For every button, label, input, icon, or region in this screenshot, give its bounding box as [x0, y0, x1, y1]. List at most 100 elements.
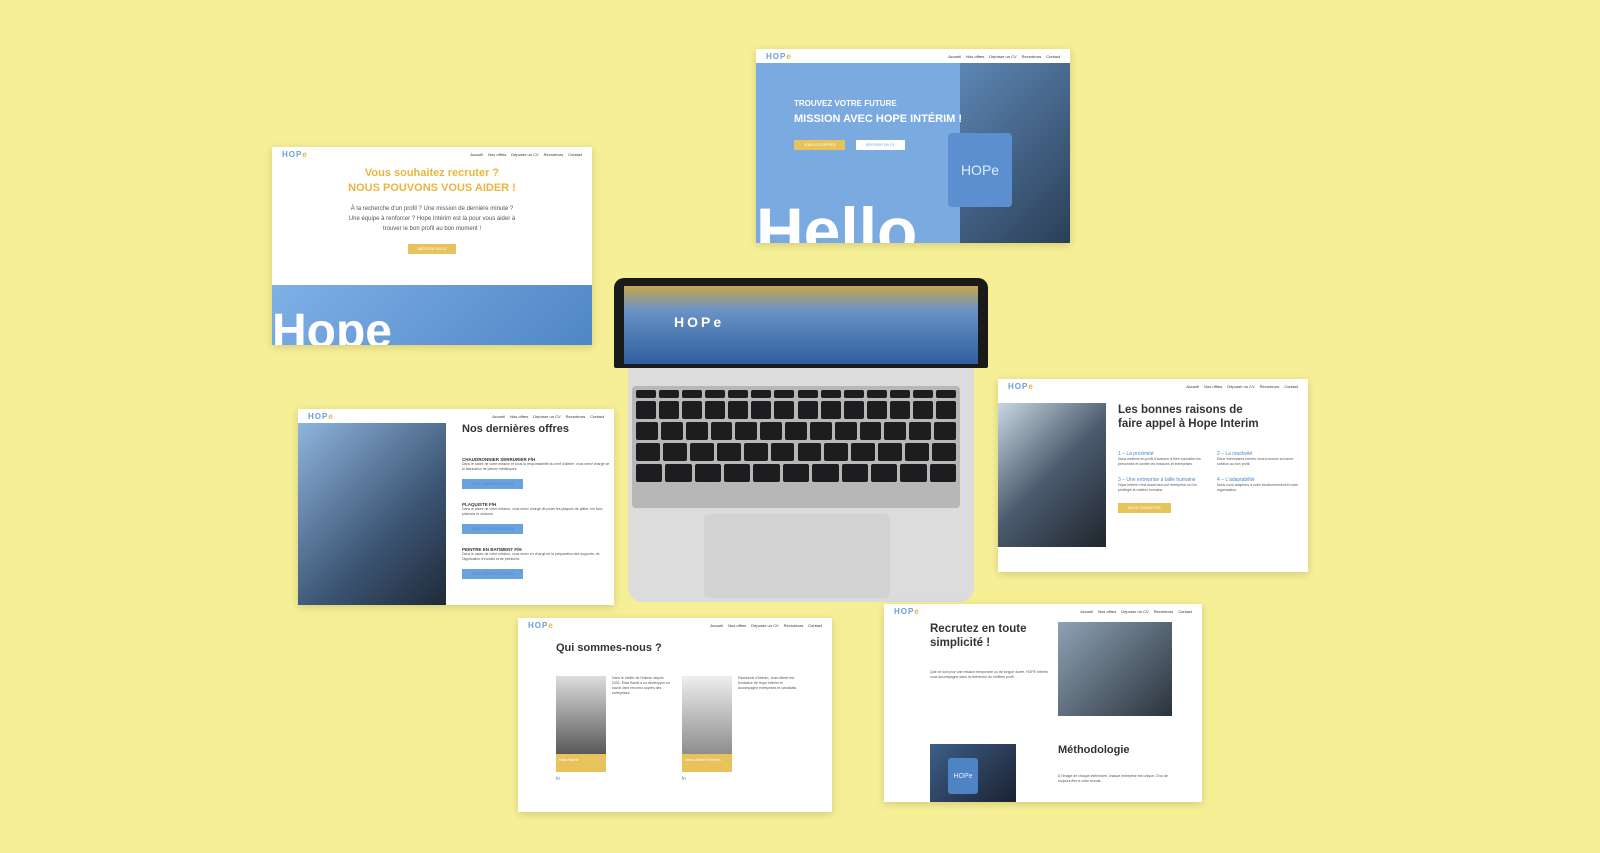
job-description: Dans le cadre de votre mission et sous l…: [462, 462, 610, 471]
keyboard-key: [774, 390, 795, 398]
keyboard-key: [905, 443, 930, 461]
nav-link-cv[interactable]: Déposer un CV: [1121, 609, 1148, 614]
keyboard-key: [912, 390, 933, 398]
keyboard-key: [682, 390, 703, 398]
home-hero-preview: HOPe Accueil Nos offres Déposer un CV Recru…: [756, 49, 1070, 243]
keyboard-key: [751, 390, 772, 398]
job-offer-button[interactable]: VOIR L'OFFRE D'EMPLOI: [462, 569, 524, 579]
hope-logo[interactable]: HOPe: [1008, 382, 1034, 391]
view-offers-button[interactable]: VOIR LES OFFRES: [794, 140, 846, 150]
laptop-screen-bezel: HOPe: [614, 278, 988, 368]
hope-logo[interactable]: HOPe: [282, 150, 308, 159]
hope-logo[interactable]: HOPe: [308, 412, 334, 421]
nav-link-contact[interactable]: Contact: [1178, 609, 1192, 614]
nav-link-recruiters[interactable]: Recruteurs: [1260, 384, 1280, 389]
contact-button[interactable]: NOUS CONTACTER: [1118, 503, 1171, 513]
linkedin-icon[interactable]: in: [556, 776, 560, 782]
nav-link-recruiters[interactable]: Recruteurs: [784, 623, 804, 628]
hope-logo[interactable]: HOPe: [766, 52, 792, 61]
nav-link-cv[interactable]: Déposer un CV: [989, 54, 1016, 59]
keyboard-key: [760, 422, 783, 440]
nav-link-cv[interactable]: Déposer un CV: [1227, 384, 1254, 389]
hero-title-2: MISSION AVEC HOPE INTÉRIM !: [794, 113, 963, 125]
nav-link-offers[interactable]: Nos offres: [966, 54, 984, 59]
nav-link-contact[interactable]: Contact: [590, 414, 604, 419]
submit-cv-button[interactable]: DÉPOSER UN CV: [407, 244, 457, 254]
nav-link-home[interactable]: Accueil: [470, 152, 483, 157]
about-page-preview: HOPe Accueil Nos offres Déposer un CV Recru…: [518, 618, 832, 812]
nav-link-offers[interactable]: Nos offres: [728, 623, 746, 628]
keyboard-key: [636, 464, 663, 482]
nav-link-contact[interactable]: Contact: [1284, 384, 1298, 389]
method-text: À l'image de chaque intérimaire, chaque …: [1058, 774, 1168, 783]
keyboard-key: [889, 390, 910, 398]
recruit-text-1: À la recherche d'un profil ? Une mission…: [350, 206, 514, 212]
reasons-page-preview: HOPe Accueil Nos offres Déposer un CV Recru…: [998, 379, 1308, 572]
nav-link-contact[interactable]: Contact: [1046, 54, 1060, 59]
keyboard-key: [851, 443, 876, 461]
nav-link-cv[interactable]: Déposer un CV: [751, 623, 778, 628]
keyboard-key: [909, 422, 932, 440]
nav-link-recruiters[interactable]: Recruteurs: [544, 152, 564, 157]
laptop-logo: HOPe: [674, 314, 725, 330]
keyboard-key: [689, 443, 714, 461]
keyboard-key: [770, 443, 795, 461]
keyboard-key: [878, 443, 903, 461]
recruit-text-3: trouver le bon profil au bon moment !: [382, 226, 482, 232]
submit-cv-button[interactable]: DÉPOSER UN CV: [855, 140, 905, 150]
nav-link-recruiters[interactable]: Recruteurs: [566, 414, 586, 419]
keyboard-key: [884, 422, 907, 440]
nav-link-offers[interactable]: Nos offres: [1098, 609, 1116, 614]
keyboard-key: [843, 401, 864, 419]
keyboard-key: [785, 422, 807, 440]
nav-link-contact[interactable]: Contact: [568, 152, 582, 157]
recruit-text-2: Une équipe à renforcer ? Hope Intérim es…: [348, 216, 516, 222]
keyboard-key: [841, 464, 868, 482]
nav-link-home[interactable]: Accueil: [1186, 384, 1199, 389]
hope-logo[interactable]: HOPe: [528, 621, 554, 630]
keyboard-key: [682, 401, 703, 419]
keyboard-key: [636, 443, 660, 461]
simple-title-2: simplicité !: [930, 637, 991, 649]
keyboard-key: [660, 422, 683, 440]
nav-link-home[interactable]: Accueil: [710, 623, 723, 628]
nav-link-home[interactable]: Accueil: [1080, 609, 1093, 614]
nav-link-cv[interactable]: Déposer un CV: [511, 152, 538, 157]
recruit-heading-2: NOUS POUVONS VOUS AIDER !: [348, 182, 516, 194]
method-title: Méthodologie: [1058, 744, 1130, 756]
keyboard-key: [751, 401, 772, 419]
hope-logo[interactable]: HOPe: [894, 607, 920, 616]
keyboard-key: [934, 422, 956, 440]
nav-link-contact[interactable]: Contact: [808, 623, 822, 628]
reason-text: Deux intérimaires formés nous trouvons l…: [1217, 457, 1294, 466]
nav-link-cv[interactable]: Déposer un CV: [533, 414, 560, 419]
keyboard-key: [820, 390, 841, 398]
keyboard-key: [665, 464, 692, 482]
mug-photo: HOPe: [930, 744, 1016, 802]
nav-link-home[interactable]: Accueil: [948, 54, 961, 59]
nav-link-offers[interactable]: Nos offres: [488, 152, 506, 157]
simple-title-1: Recrutez en toute: [930, 623, 1027, 635]
job-offer-button[interactable]: VOIR L'OFFRE D'EMPLOI: [462, 479, 524, 489]
nav-bar: HOPe Accueil Nos offres Déposer un CV Recru…: [998, 379, 1308, 393]
keyboard-key: [753, 464, 780, 482]
reasons-title-2: faire appel à Hope Interim: [1118, 418, 1259, 430]
offers-page-preview: HOPe Accueil Nos offres Déposer un CV Recru…: [298, 409, 614, 605]
keyboard-key: [782, 464, 810, 482]
linkedin-icon[interactable]: in: [682, 776, 686, 782]
nav-link-recruiters[interactable]: Recruteurs: [1022, 54, 1042, 59]
keyboard-key: [705, 390, 726, 398]
keyboard-key: [912, 401, 933, 419]
nav-link-offers[interactable]: Nos offres: [510, 414, 528, 419]
keyboard-key: [797, 401, 818, 419]
keyboard-key: [935, 401, 956, 419]
keyboard-key: [705, 401, 726, 419]
nav-link-offers[interactable]: Nos offres: [1204, 384, 1222, 389]
keyboard-key: [685, 422, 708, 440]
job-offer-button[interactable]: VOIR L'OFFRE D'EMPLOI: [462, 524, 524, 534]
nav-link-recruiters[interactable]: Recruteurs: [1154, 609, 1174, 614]
nav-link-home[interactable]: Accueil: [492, 414, 505, 419]
keyboard-key: [659, 390, 680, 398]
laptop-base: [628, 368, 974, 602]
trackpad: [704, 514, 890, 598]
